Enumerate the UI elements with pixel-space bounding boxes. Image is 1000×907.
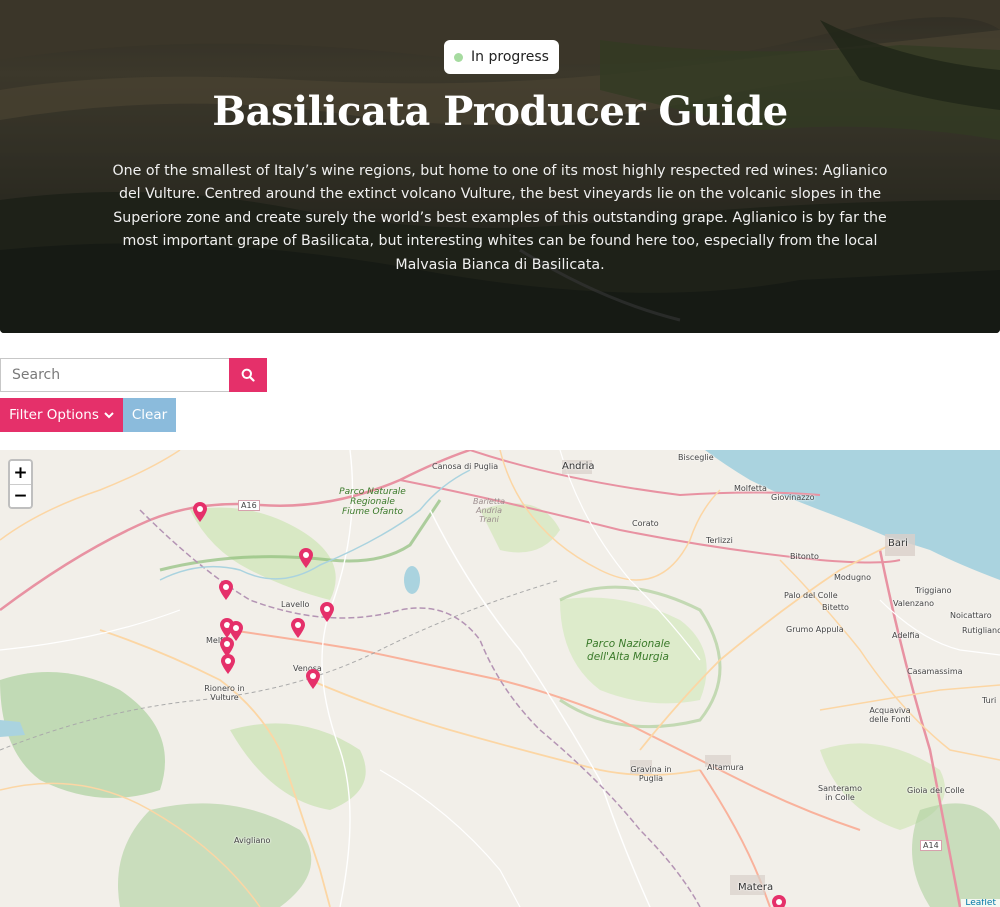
- status-badge: In progress: [444, 40, 559, 74]
- status-label: In progress: [471, 49, 549, 65]
- filter-options-label: Filter Options: [9, 407, 99, 423]
- producer-marker[interactable]: [305, 668, 321, 690]
- map-zoom-control: + −: [8, 459, 33, 509]
- map-label-triggiano: Triggiano: [915, 586, 952, 595]
- leaflet-link[interactable]: Leaflet: [965, 899, 996, 907]
- zoom-in-button[interactable]: +: [10, 461, 31, 484]
- map-label-valenzano: Valenzano: [893, 599, 935, 608]
- map-label-casamassima: Casamassima: [907, 667, 963, 676]
- chevron-down-icon: [104, 412, 114, 419]
- map-label-barletta: Barletta Andria Trani: [473, 497, 505, 524]
- map-label-park-murgia: Parco Nazionale dell'Alta Murgia: [585, 638, 671, 663]
- map-label-a16: A16: [238, 500, 260, 511]
- producer-marker[interactable]: [771, 894, 787, 907]
- map-label-a14: A14: [920, 840, 942, 851]
- map-label-avigliano: Avigliano: [234, 836, 271, 845]
- filter-options-button[interactable]: Filter Options: [0, 398, 123, 432]
- map-label-rionero: Rionero in Vulture: [204, 684, 245, 702]
- map-label-molfetta: Molfetta: [734, 484, 767, 493]
- map-label-acquaviva: Acquaviva delle Fonti: [869, 706, 911, 724]
- map-label-park-ofanto: Parco Naturale Regionale Fiume Ofanto: [339, 487, 406, 517]
- map-label-matera: Matera: [738, 882, 774, 893]
- search-icon: [241, 368, 255, 382]
- map-label-terlizzi: Terlizzi: [706, 536, 733, 545]
- map-label-lavello: Lavello: [281, 600, 310, 609]
- producer-marker[interactable]: [290, 617, 306, 639]
- map-label-turi: Turi: [982, 696, 997, 705]
- map-attribution[interactable]: Leaflet: [961, 899, 1000, 907]
- map-label-bari: Bari: [888, 538, 908, 549]
- map-label-rutigliano: Rutigliano: [962, 626, 1000, 635]
- map-label-andria: Andria: [562, 461, 595, 472]
- clear-button[interactable]: Clear: [123, 398, 176, 432]
- map-label-gravina: Gravina in Puglia: [630, 765, 672, 783]
- map-label-canosa: Canosa di Puglia: [432, 462, 499, 471]
- producer-marker[interactable]: [298, 547, 314, 569]
- producer-map[interactable]: Canosa di Puglia Andria Bisceglie Molfet…: [0, 450, 1000, 907]
- map-label-giovinazzo: Giovinazzo: [771, 493, 815, 502]
- search-input[interactable]: [0, 358, 229, 392]
- status-dot-icon: [454, 52, 464, 62]
- map-label-grumo: Grumo Appula: [786, 625, 844, 634]
- map-label-bitonto: Bitonto: [790, 552, 819, 561]
- zoom-out-button[interactable]: −: [10, 484, 31, 507]
- producer-marker[interactable]: [220, 653, 236, 675]
- map-label-noicattaro: Noicattaro: [950, 611, 992, 620]
- map-label-bisceglie: Bisceglie: [678, 453, 714, 462]
- map-label-palo: Palo del Colle: [784, 591, 838, 600]
- map-label-gioia: Gioia del Colle: [907, 786, 965, 795]
- map-label-modugno: Modugno: [834, 573, 871, 582]
- search-button[interactable]: [229, 358, 267, 392]
- map-label-bitetto: Bitetto: [822, 603, 849, 612]
- producer-marker[interactable]: [192, 501, 208, 523]
- map-label-adelfia: Adelfia: [892, 631, 920, 640]
- page-title: Basilicata Producer Guide: [212, 88, 788, 135]
- map-label-corato: Corato: [632, 519, 659, 528]
- page-description: One of the smallest of Italy’s wine regi…: [112, 163, 888, 273]
- producer-marker[interactable]: [319, 601, 335, 623]
- hero-banner: In progress Basilicata Producer Guide On…: [0, 0, 1000, 333]
- map-label-santeramo: Santeramo in Colle: [818, 784, 862, 802]
- producer-marker[interactable]: [218, 579, 234, 601]
- map-label-altamura: Altamura: [707, 763, 744, 772]
